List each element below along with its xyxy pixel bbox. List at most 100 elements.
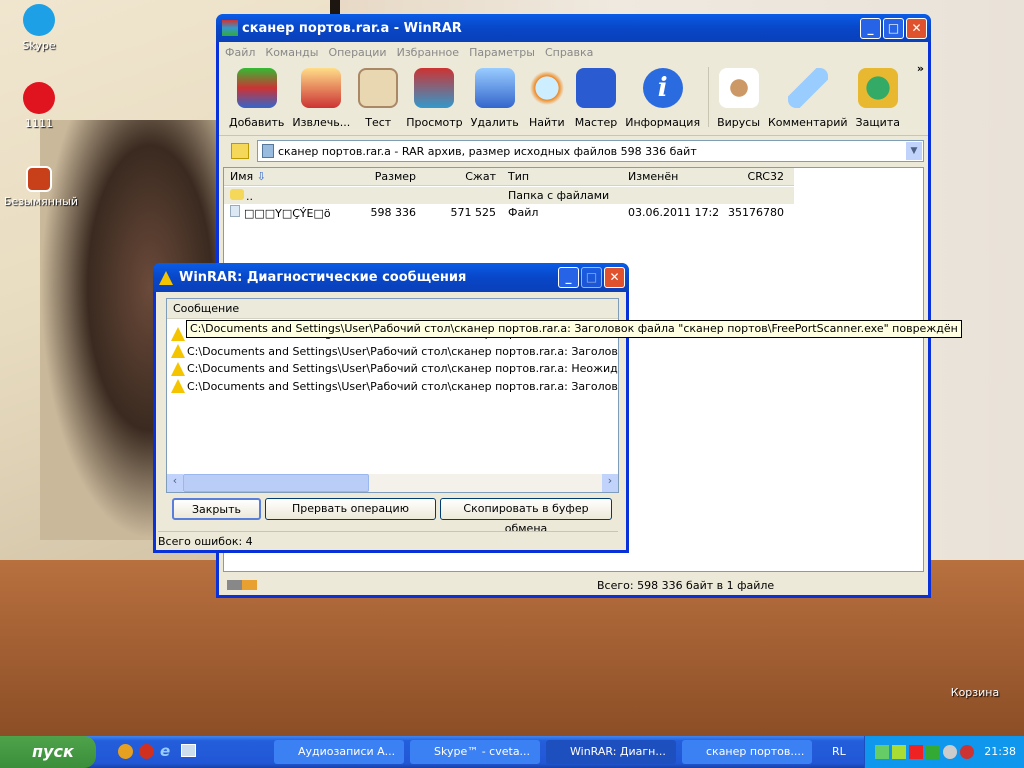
task-winrar-diagnostics[interactable]: WinRAR: Диагн... (546, 740, 676, 764)
desktop-icon-skype[interactable]: Skype (4, 4, 74, 52)
dialog-title-bar: WinRAR: Диагностические сообщения _ □ ✕ (153, 263, 629, 292)
language-indicator[interactable]: RL (832, 745, 846, 758)
dialog-close-button[interactable]: ✕ (604, 267, 625, 288)
abort-operation-button[interactable]: Прервать операцию (265, 498, 436, 520)
col-size[interactable]: Размер (342, 170, 422, 183)
tray-icon[interactable] (892, 745, 906, 759)
desktop-icon-image[interactable]: Безымянный (4, 166, 78, 208)
menu-options[interactable]: Параметры (469, 46, 535, 59)
warning-icon (159, 270, 173, 285)
warning-icon (171, 326, 185, 341)
col-crc[interactable]: CRC32 (718, 170, 790, 183)
file-icon (230, 205, 240, 217)
message-row[interactable]: C:\Documents and Settings\User\Рабочий с… (171, 378, 618, 396)
path-field[interactable]: сканер портов.rar.a - RAR архив, размер … (257, 140, 924, 162)
tooltip: C:\Documents and Settings\User\Рабочий с… (186, 320, 962, 338)
scroll-thumb[interactable] (183, 474, 369, 492)
volume-icon[interactable] (943, 745, 957, 759)
taskbar: пуск e Аудиозаписи А... Skype™ - cveta..… (0, 736, 1024, 768)
message-row[interactable]: C:\Documents and Settings\User\Рабочий с… (171, 360, 618, 378)
desktop-icon-recycle-bin[interactable]: Корзина (940, 686, 1010, 699)
warning-icon (171, 379, 185, 394)
warning-icon (171, 344, 185, 359)
start-button[interactable]: пуск (0, 736, 96, 768)
dialog-status: Всего ошибок: 4 (158, 531, 618, 548)
network-icon[interactable] (926, 745, 940, 759)
info-button[interactable]: i Информация (621, 68, 704, 135)
path-dropdown-button[interactable]: ▼ (906, 142, 922, 160)
delete-icon (474, 68, 515, 108)
diagnostic-dialog: WinRAR: Диагностические сообщения _ □ ✕ Со… (153, 263, 629, 553)
comment-button[interactable]: Комментарий (764, 68, 852, 135)
add-icon (236, 68, 277, 108)
menu-bar: Файл Команды Операции Избранное Параметр… (219, 42, 928, 62)
winrar-icon (222, 20, 238, 36)
menu-help[interactable]: Справка (545, 46, 593, 59)
delete-button[interactable]: Удалить (467, 68, 523, 135)
scroll-left-button[interactable]: ‹ (167, 474, 183, 492)
horizontal-scrollbar[interactable]: ‹ › (167, 474, 618, 492)
test-button[interactable]: Тест (354, 68, 402, 135)
dialog-minimize-button[interactable]: _ (558, 267, 579, 288)
col-message[interactable]: Сообщение (167, 302, 245, 315)
desktop-icon-opera[interactable]: 1111 (4, 82, 74, 130)
show-desktop-icon[interactable] (181, 744, 196, 757)
wizard-icon (576, 68, 617, 108)
file-list-header: Имя ⇩ Размер Сжат Тип Изменён CRC32 (224, 168, 794, 186)
view-button[interactable]: Просмотр (402, 68, 466, 135)
table-row[interactable]: □□□Y□ÇÝE□ö 598 336 571 525 Файл 03.06.2011… (224, 204, 794, 221)
find-button[interactable]: Найти (523, 68, 571, 135)
toolbar: Добавить Извлечь... Тест Просмотр Удалит… (219, 62, 928, 136)
tray-icon[interactable] (960, 745, 974, 759)
info-icon: i (642, 68, 683, 108)
tray-icon[interactable] (875, 745, 889, 759)
add-button[interactable]: Добавить (225, 68, 288, 135)
title-bar: сканер портов.rar.a - WinRAR _ □ ✕ (216, 14, 931, 42)
menu-file[interactable]: Файл (225, 46, 255, 59)
ie-icon[interactable]: e (160, 744, 175, 759)
antivirus-icon[interactable] (909, 745, 923, 759)
view-icon (414, 68, 455, 108)
menu-commands[interactable]: Команды (265, 46, 318, 59)
folder-icon (230, 188, 244, 200)
col-modified[interactable]: Изменён (622, 170, 718, 183)
dialog-maximize-button: □ (581, 267, 602, 288)
up-folder-icon[interactable] (231, 143, 249, 159)
opera-icon (23, 82, 55, 114)
protect-button[interactable]: Защита (852, 68, 904, 135)
virus-scan-button[interactable]: Вирусы (713, 68, 764, 135)
col-name[interactable]: Имя ⇩ (224, 170, 342, 183)
test-icon (358, 68, 399, 108)
extract-icon (301, 68, 342, 108)
opera-icon[interactable] (139, 744, 154, 759)
table-row[interactable]: .. Папка с файлами (224, 187, 794, 204)
close-button[interactable]: ✕ (906, 17, 927, 39)
comment-icon (787, 68, 828, 108)
minimize-button[interactable]: _ (860, 17, 881, 39)
menu-favorites[interactable]: Избранное (397, 46, 459, 59)
status-bar: Всего: 598 336 байт в 1 файле (223, 576, 924, 594)
wizard-button[interactable]: Мастер (571, 68, 621, 135)
status-drive-key-icon (227, 580, 257, 590)
maximize-button[interactable]: □ (883, 17, 904, 39)
address-bar: сканер портов.rar.a - RAR архив, размер … (219, 139, 928, 163)
clock: 21:38 (984, 745, 1016, 758)
scroll-right-button[interactable]: › (602, 474, 618, 492)
image-icon (26, 166, 52, 192)
close-dialog-button[interactable]: Закрыть (172, 498, 261, 520)
message-row[interactable]: C:\Documents and Settings\User\Рабочий с… (171, 343, 618, 361)
col-type[interactable]: Тип (502, 170, 622, 183)
warning-icon (171, 361, 185, 376)
copy-to-clipboard-button[interactable]: Скопировать в буфер обмена (440, 498, 612, 535)
menu-operations[interactable]: Операции (328, 46, 386, 59)
task-skype[interactable]: Skype™ - cveta... (410, 740, 540, 764)
aimp-icon[interactable] (118, 744, 133, 759)
quick-launch: e (118, 744, 196, 759)
extract-button[interactable]: Извлечь... (288, 68, 354, 135)
system-tray: 21:38 (864, 736, 1024, 768)
toolbar-more-button[interactable]: » (917, 62, 924, 75)
archive-icon (262, 144, 274, 158)
col-packed[interactable]: Сжат (422, 170, 502, 183)
task-opera[interactable]: Аудиозаписи А... (274, 740, 404, 764)
task-winrar[interactable]: сканер портов.... (682, 740, 812, 764)
